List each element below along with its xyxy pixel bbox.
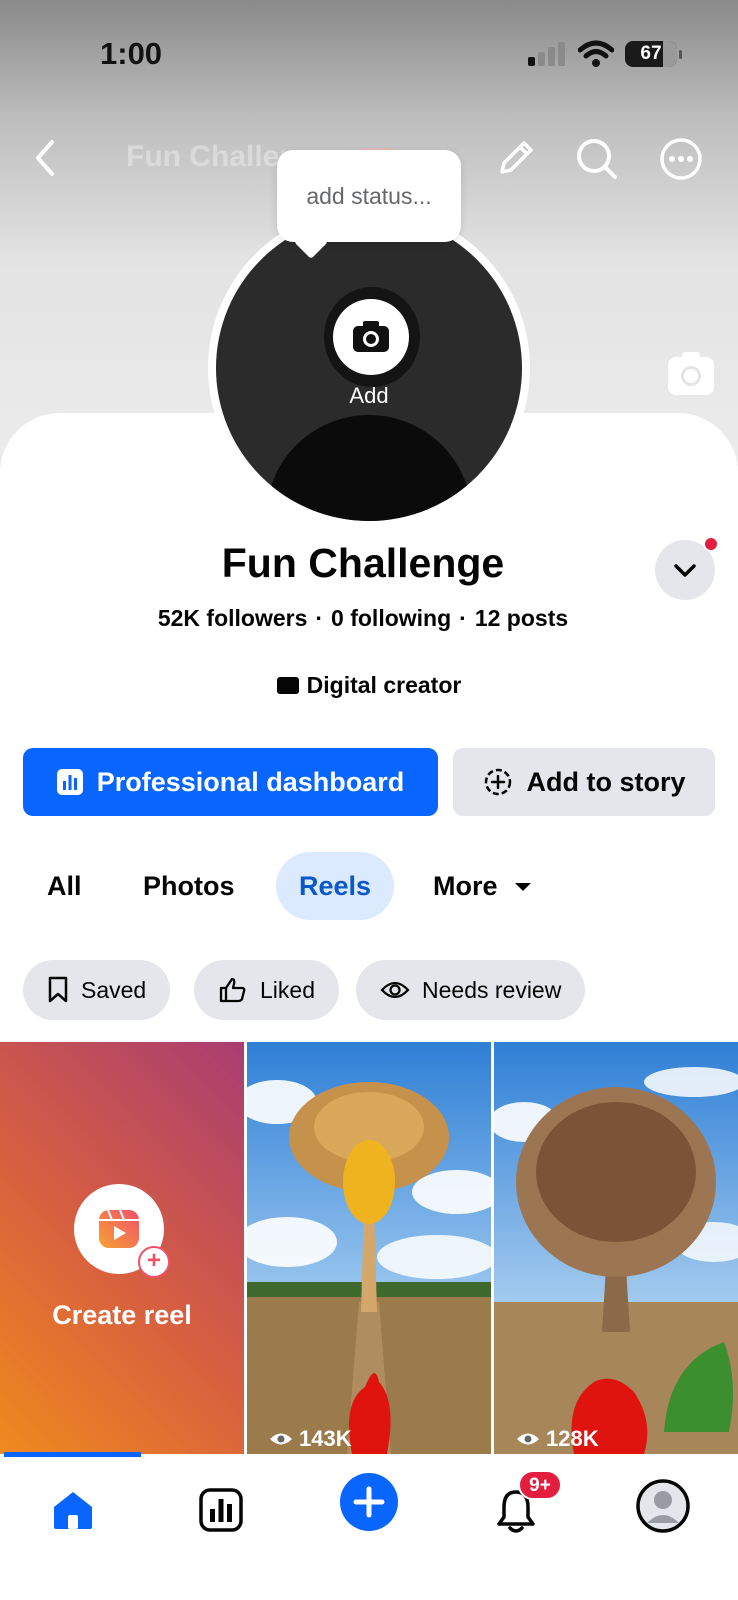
- profile-switch-button[interactable]: [655, 536, 719, 600]
- dashboard-nav-icon[interactable]: [198, 1487, 244, 1533]
- status-bar: 1:00 67: [0, 0, 738, 110]
- add-to-story-label: Add to story: [526, 766, 686, 797]
- profile-stats: 52K followers · 0 following · 12 posts: [0, 605, 726, 632]
- edit-icon[interactable]: [494, 136, 538, 180]
- reel-views-count: 128K: [546, 1426, 599, 1451]
- filter-saved[interactable]: Saved: [23, 960, 171, 1020]
- status-time: 1:00: [100, 36, 163, 71]
- following-count[interactable]: 0 following: [331, 605, 451, 631]
- add-status-bubble[interactable]: add status...: [277, 150, 461, 242]
- create-reel-label: Create reel: [52, 1300, 192, 1330]
- bottom-nav: [0, 1457, 738, 1600]
- camera-icon[interactable]: [333, 299, 409, 375]
- reel-views-count: 143K: [299, 1426, 352, 1451]
- reel-views: 128K: [516, 1426, 599, 1452]
- notification-dot: [703, 536, 719, 552]
- notifications-badge: 9+: [518, 1470, 562, 1500]
- profile-name: Fun Challenge: [221, 540, 505, 586]
- professional-dashboard-label: Professional dashboard: [96, 766, 405, 797]
- plus-icon: +: [138, 1246, 170, 1278]
- stats-separator: ·: [459, 605, 467, 631]
- reel-views: 143K: [269, 1426, 352, 1452]
- reels-grid: + Create reel 143K 128K: [0, 1042, 738, 1454]
- filter-liked-label: Liked: [260, 976, 315, 1003]
- bookmark-icon: [48, 976, 68, 1003]
- edit-cover-camera-icon[interactable]: [668, 352, 714, 395]
- add-story-icon: [484, 768, 511, 796]
- stats-separator: ·: [315, 605, 324, 631]
- tab-photos[interactable]: Photos: [143, 852, 235, 920]
- battery-indicator: 67: [625, 41, 682, 67]
- clapperboard-icon: [276, 677, 299, 694]
- tab-more[interactable]: More: [433, 852, 533, 920]
- avatar-add-label: Add: [349, 383, 389, 408]
- posts-count[interactable]: 12 posts: [475, 605, 568, 631]
- leaf-tree-image: [494, 1042, 738, 1454]
- tab-more-label: More: [433, 871, 498, 901]
- tab-all[interactable]: All: [47, 852, 82, 920]
- filter-needs-review[interactable]: Needs review: [356, 960, 586, 1020]
- profile-avatar-icon[interactable]: [636, 1479, 690, 1533]
- professional-dashboard-button[interactable]: Professional dashboard: [23, 748, 438, 816]
- eye-icon: [270, 1433, 292, 1445]
- tab-reels[interactable]: Reels: [276, 852, 395, 920]
- reel-thumbnail[interactable]: 143K: [247, 1042, 491, 1454]
- home-icon[interactable]: [50, 1487, 96, 1533]
- search-icon[interactable]: [574, 136, 620, 182]
- profile-category: Digital creator: [0, 672, 738, 699]
- profile-avatar[interactable]: Add: [208, 207, 530, 529]
- filter-needs-review-label: Needs review: [422, 976, 562, 1003]
- filter-liked[interactable]: Liked: [194, 960, 339, 1020]
- back-icon[interactable]: [28, 136, 62, 180]
- filter-saved-label: Saved: [81, 976, 147, 1003]
- profile-tabs: All Photos Reels More: [0, 852, 738, 920]
- create-plus-icon[interactable]: [340, 1473, 398, 1531]
- eye-icon: [517, 1433, 539, 1445]
- caret-down-icon: [515, 883, 532, 891]
- papaya-tree-image: [247, 1042, 491, 1454]
- create-reel-tile[interactable]: + Create reel: [0, 1042, 244, 1454]
- battery-level: 67: [640, 43, 662, 64]
- followers-count[interactable]: 52K followers: [158, 605, 308, 631]
- reel-thumbnail[interactable]: 128K: [494, 1042, 738, 1454]
- category-label: Digital creator: [306, 672, 462, 698]
- add-to-story-button[interactable]: Add to story: [453, 748, 715, 816]
- signal-icon: [528, 42, 566, 66]
- thumbs-up-icon: [219, 977, 246, 1003]
- eye-icon: [380, 981, 410, 999]
- dashboard-icon: [56, 769, 83, 795]
- wifi-icon: [578, 40, 614, 67]
- more-options-icon[interactable]: [658, 136, 704, 182]
